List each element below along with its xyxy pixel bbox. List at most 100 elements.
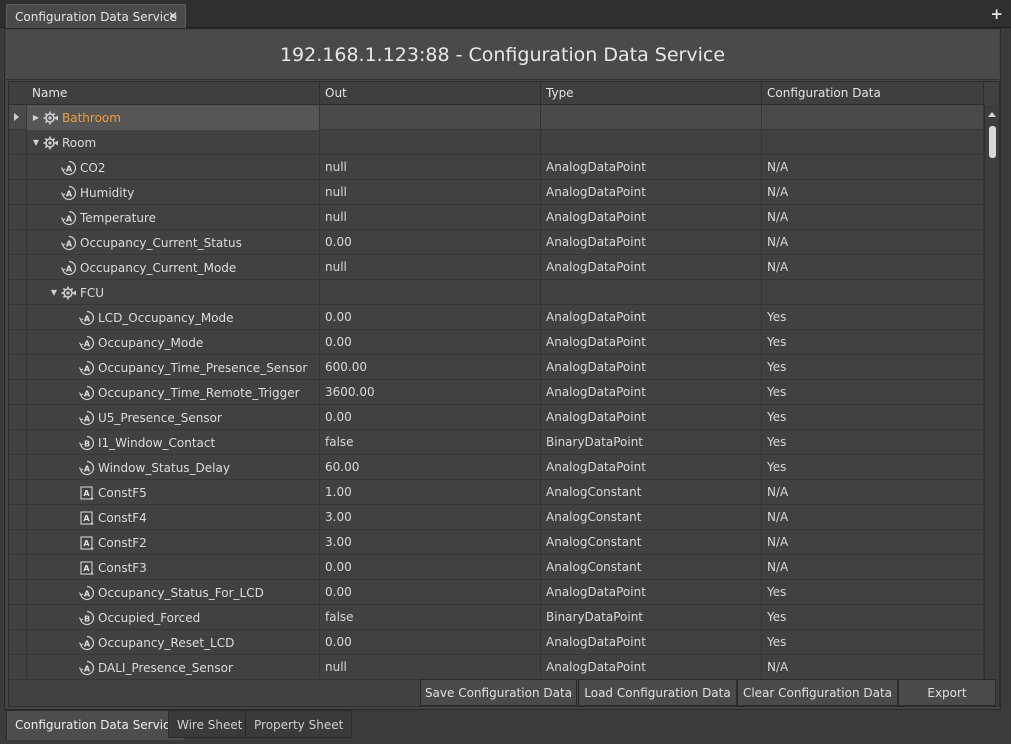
table-row[interactable]: A ConstF5 1.00 AnalogConstant N/A bbox=[9, 480, 984, 505]
column-header-name[interactable]: Name bbox=[27, 82, 320, 105]
tab-configuration-data-service[interactable]: Configuration Data Service ✕ bbox=[6, 4, 186, 29]
analog-constant-icon: A bbox=[79, 510, 95, 526]
name-cell[interactable]: A Occupancy_Time_Remote_Trigger bbox=[27, 380, 320, 405]
svg-text:B: B bbox=[84, 614, 90, 623]
name-cell[interactable]: A LCD_Occupancy_Mode bbox=[27, 305, 320, 330]
name-cell[interactable]: B Occupied_Forced bbox=[27, 605, 320, 630]
configuration-data-cell: N/A bbox=[762, 230, 984, 255]
out-cell: false bbox=[320, 605, 541, 630]
table-row[interactable]: A ConstF3 0.00 AnalogConstant N/A bbox=[9, 555, 984, 580]
type-cell: AnalogDataPoint bbox=[541, 580, 762, 605]
table-row[interactable]: ▶ Bathroom bbox=[9, 105, 984, 130]
table-row[interactable]: B Occupied_Forced false BinaryDataPoint Yes bbox=[9, 605, 984, 630]
save-configuration-data-button[interactable]: Save Configuration Data bbox=[420, 679, 577, 706]
row-gutter bbox=[9, 230, 27, 255]
name-cell[interactable]: ▼ Room bbox=[27, 130, 320, 155]
name-cell[interactable]: A Temperature bbox=[27, 205, 320, 230]
name-cell[interactable]: A ConstF4 bbox=[27, 505, 320, 530]
analog-point-icon: A bbox=[61, 210, 77, 226]
type-cell: AnalogConstant bbox=[541, 530, 762, 555]
name-cell[interactable]: A Occupancy_Status_For_LCD bbox=[27, 580, 320, 605]
svg-text:A: A bbox=[84, 589, 91, 598]
name-cell[interactable]: A Occupancy_Reset_LCD bbox=[27, 630, 320, 655]
row-gutter bbox=[9, 480, 27, 505]
out-cell: 3.00 bbox=[320, 505, 541, 530]
collapse-icon[interactable]: ▼ bbox=[47, 281, 61, 305]
table-row[interactable]: A U5_Presence_Sensor 0.00 AnalogDataPoint Ye… bbox=[9, 405, 984, 430]
table-row[interactable]: A CO2 null AnalogDataPoint N/A bbox=[9, 155, 984, 180]
configuration-data-cell: Yes bbox=[762, 305, 984, 330]
scroll-up-icon[interactable] bbox=[988, 112, 996, 117]
name-cell[interactable]: A Humidity bbox=[27, 180, 320, 205]
vertical-scrollbar[interactable] bbox=[984, 105, 999, 706]
svg-text:A: A bbox=[84, 314, 91, 323]
table-row[interactable]: A Occupancy_Mode 0.00 AnalogDataPoint Yes bbox=[9, 330, 984, 355]
analog-point-icon: A bbox=[79, 660, 95, 676]
row-name-label: Occupancy_Mode bbox=[98, 335, 204, 350]
type-cell: AnalogDataPoint bbox=[541, 330, 762, 355]
clear-configuration-data-button[interactable]: Clear Configuration Data bbox=[737, 679, 898, 706]
close-icon[interactable]: ✕ bbox=[168, 9, 178, 23]
name-cell[interactable]: A ConstF3 bbox=[27, 555, 320, 580]
export-button[interactable]: Export bbox=[898, 679, 996, 706]
svg-text:A: A bbox=[66, 239, 73, 248]
name-cell[interactable]: A Occupancy_Mode bbox=[27, 330, 320, 355]
table-row[interactable]: B I1_Window_Contact false BinaryDataPoint Ye… bbox=[9, 430, 984, 455]
table-row[interactable]: A Occupancy_Status_For_LCD 0.00 AnalogDataP… bbox=[9, 580, 984, 605]
configuration-data-cell: Yes bbox=[762, 380, 984, 405]
row-gutter bbox=[9, 555, 27, 580]
row-gutter bbox=[9, 405, 27, 430]
type-cell: AnalogConstant bbox=[541, 555, 762, 580]
table-row[interactable]: A Humidity null AnalogDataPoint N/A bbox=[9, 180, 984, 205]
expand-icon[interactable]: ▶ bbox=[29, 106, 43, 130]
scroll-thumb[interactable] bbox=[989, 126, 996, 158]
row-gutter bbox=[9, 530, 27, 555]
top-tab-strip: Configuration Data Service ✕ + bbox=[0, 0, 1011, 29]
tab-configuration-data-service-bottom[interactable]: Configuration Data Service bbox=[6, 710, 187, 740]
table-row[interactable]: A Temperature null AnalogDataPoint N/A bbox=[9, 205, 984, 230]
tab-property-sheet[interactable]: Property Sheet bbox=[245, 710, 353, 738]
name-cell[interactable]: A ConstF5 bbox=[27, 480, 320, 505]
name-cell[interactable]: B I1_Window_Contact bbox=[27, 430, 320, 455]
tab-wire-sheet[interactable]: Wire Sheet bbox=[168, 710, 252, 738]
add-tab-icon[interactable]: + bbox=[990, 5, 1003, 23]
name-cell[interactable]: A Occupancy_Time_Presence_Sensor bbox=[27, 355, 320, 380]
collapse-icon[interactable]: ▼ bbox=[29, 131, 43, 155]
table-row[interactable]: A Occupancy_Current_Mode null AnalogDataPoi… bbox=[9, 255, 984, 280]
name-cell[interactable]: A DALI_Presence_Sensor bbox=[27, 655, 320, 680]
table-row[interactable]: A DALI_Presence_Sensor null AnalogDataPoint… bbox=[9, 655, 984, 680]
table-row[interactable]: A ConstF4 3.00 AnalogConstant N/A bbox=[9, 505, 984, 530]
out-cell: 0.00 bbox=[320, 230, 541, 255]
name-cell[interactable]: A Window_Status_Delay bbox=[27, 455, 320, 480]
name-cell[interactable]: A ConstF2 bbox=[27, 530, 320, 555]
table-row[interactable]: ▼ Room bbox=[9, 130, 984, 155]
table-row[interactable]: A LCD_Occupancy_Mode 0.00 AnalogDataPoint Ye… bbox=[9, 305, 984, 330]
row-pointer-icon bbox=[14, 113, 19, 121]
load-configuration-data-button[interactable]: Load Configuration Data bbox=[578, 679, 737, 706]
table-row[interactable]: A Window_Status_Delay 60.00 AnalogDataPoint… bbox=[9, 455, 984, 480]
name-cell[interactable]: A Occupancy_Current_Status bbox=[27, 230, 320, 255]
app-window: Configuration Data Service ✕ + 192.168.1… bbox=[0, 0, 1011, 744]
out-cell: 0.00 bbox=[320, 580, 541, 605]
name-cell[interactable]: ▼ FCU bbox=[27, 280, 320, 305]
table-row[interactable]: A Occupancy_Reset_LCD 0.00 AnalogDataPoint Y… bbox=[9, 630, 984, 655]
table-row[interactable]: ▼ FCU bbox=[9, 280, 984, 305]
bottom-tab-bar: Configuration Data Service Wire Sheet Pr… bbox=[4, 710, 1001, 740]
analog-point-icon: A bbox=[61, 185, 77, 201]
table-row[interactable]: A Occupancy_Time_Presence_Sensor 600.00 Ana… bbox=[9, 355, 984, 380]
table-row[interactable]: A ConstF2 3.00 AnalogConstant N/A bbox=[9, 530, 984, 555]
table-row[interactable]: A Occupancy_Current_Status 0.00 AnalogDataP… bbox=[9, 230, 984, 255]
name-cell[interactable]: A CO2 bbox=[27, 155, 320, 180]
row-name-label: ConstF4 bbox=[98, 510, 147, 525]
row-name-label: Occupancy_Time_Remote_Trigger bbox=[98, 385, 300, 400]
column-header-configuration-data[interactable]: Configuration Data bbox=[762, 82, 984, 105]
analog-point-icon: A bbox=[79, 460, 95, 476]
name-cell[interactable]: A U5_Presence_Sensor bbox=[27, 405, 320, 430]
out-cell: 0.00 bbox=[320, 330, 541, 355]
table-row[interactable]: A Occupancy_Time_Remote_Trigger 3600.00 Ana… bbox=[9, 380, 984, 405]
row-name-label: LCD_Occupancy_Mode bbox=[98, 310, 234, 325]
column-header-type[interactable]: Type bbox=[541, 82, 762, 105]
name-cell[interactable]: A Occupancy_Current_Mode bbox=[27, 255, 320, 280]
name-cell[interactable]: ▶ Bathroom bbox=[27, 105, 320, 130]
column-header-out[interactable]: Out bbox=[320, 82, 541, 105]
